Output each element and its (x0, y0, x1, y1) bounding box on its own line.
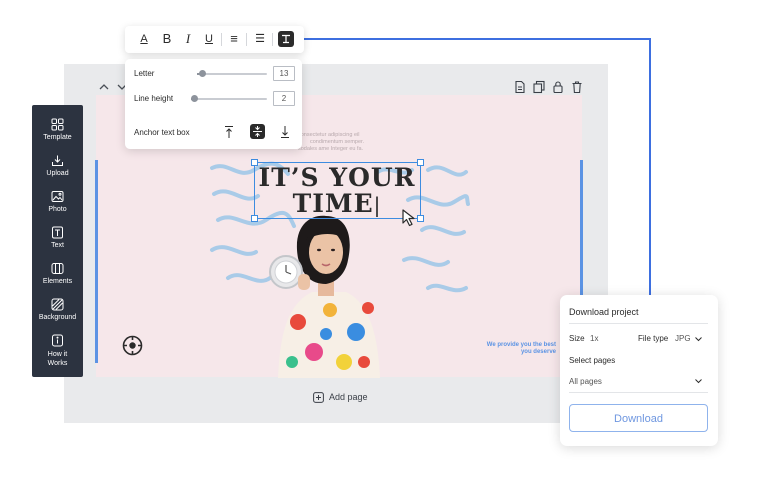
move-target-icon[interactable] (122, 335, 143, 356)
body-text-line-2: condimentum semper. (310, 139, 365, 145)
tagline-text[interactable]: We provide you the best you deserve (440, 342, 556, 356)
sidebar-label-template: Template (43, 134, 72, 141)
pages-chevron-down-icon[interactable] (694, 377, 703, 385)
chevron-up-icon[interactable] (98, 80, 110, 92)
add-page-label: Add page (329, 392, 368, 402)
download-button[interactable]: Download (569, 404, 708, 432)
anchor-middle-button[interactable] (250, 124, 265, 139)
lock-icon[interactable] (551, 80, 565, 94)
text-settings-panel: Letter 13 Line height 2 Anchor text box (125, 59, 302, 149)
page-margin-line-left (95, 160, 98, 363)
pages-select-underline (569, 392, 708, 393)
text-settings-button[interactable] (278, 31, 294, 47)
tagline-line-2: you deserve (520, 349, 556, 355)
text-settings-icon (282, 34, 290, 44)
duplicate-page-icon[interactable] (532, 80, 546, 94)
sidebar-item-background[interactable]: Background (32, 298, 83, 321)
sidebar-item-how-it-works[interactable]: How it Works (32, 334, 83, 368)
resize-handle-bottom-right[interactable] (417, 215, 424, 222)
letter-spacing-value[interactable]: 13 (273, 66, 295, 81)
text-icon (52, 226, 63, 239)
delete-icon[interactable] (570, 80, 584, 94)
sidebar-item-upload[interactable]: Upload (32, 154, 83, 177)
bold-button[interactable]: B (160, 32, 174, 46)
download-button-label: Download (614, 413, 663, 425)
left-sidebar: Template Upload Photo Text Elements Back… (32, 105, 83, 377)
add-page-button[interactable]: Add page (313, 390, 368, 404)
sidebar-label-upload: Upload (46, 170, 69, 177)
pages-select-value[interactable]: All pages (569, 377, 602, 386)
align-center-icon: ≡ (230, 31, 238, 46)
woman-holding-clock-photo[interactable] (268, 212, 386, 378)
anchor-text-box-label: Anchor text box (134, 128, 190, 137)
toolbar-divider-2 (246, 33, 247, 46)
anchor-top-icon[interactable] (223, 125, 235, 139)
italic-icon: I (185, 31, 191, 46)
upload-icon (52, 155, 63, 166)
anchor-bottom-icon[interactable] (279, 125, 291, 139)
bold-icon: B (162, 31, 172, 46)
sidebar-item-text[interactable]: Text (32, 226, 83, 249)
sidebar-item-photo[interactable]: Photo (32, 190, 83, 213)
sidebar-label-how-it: How it (47, 351, 68, 358)
font-color-button[interactable]: A (137, 32, 151, 46)
panel-divider (569, 323, 708, 324)
grid-icon (51, 118, 64, 131)
line-height-label: Line height (134, 94, 174, 103)
italic-button[interactable]: I (181, 32, 195, 46)
file-type-value[interactable]: JPG (675, 334, 691, 343)
file-type-label: File type (638, 334, 669, 343)
body-text-line-1: consectetur adipiscing eil (298, 132, 360, 138)
line-height-slider-knob[interactable] (191, 95, 198, 102)
info-icon (52, 334, 63, 347)
font-color-icon: A (140, 33, 148, 45)
connector-line-top (304, 38, 651, 40)
connector-line-right (649, 38, 651, 296)
letter-spacing-slider-knob[interactable] (199, 70, 206, 77)
body-text-line-3: sodales ame Integer eu fa. (298, 146, 364, 152)
letter-spacing-slider[interactable] (197, 70, 267, 77)
size-label: Size (569, 334, 585, 343)
sidebar-label-works: Works (47, 360, 68, 367)
line-height-slider[interactable] (191, 95, 267, 102)
sidebar-item-elements[interactable]: Elements (32, 262, 83, 285)
resize-handle-top-left[interactable] (251, 159, 258, 166)
sidebar-label-elements: Elements (42, 278, 73, 285)
toolbar-divider (221, 33, 222, 46)
list-icon: ☰ (255, 33, 265, 45)
photo-icon (51, 191, 64, 202)
sidebar-item-template[interactable]: Template (32, 118, 83, 141)
resize-handle-top-right[interactable] (417, 159, 424, 166)
elements-icon (51, 263, 64, 274)
background-icon (51, 298, 64, 311)
download-panel: Download project Size 1x File type JPG S… (560, 295, 718, 446)
sidebar-label-background: Background (38, 314, 77, 321)
resize-handle-bottom-left[interactable] (251, 215, 258, 222)
underline-button[interactable]: U (202, 32, 216, 46)
toolbar-divider-3 (272, 33, 273, 46)
new-page-icon[interactable] (513, 80, 527, 94)
selection-box (251, 159, 424, 222)
select-pages-label: Select pages (569, 356, 616, 365)
mouse-pointer-icon (402, 209, 415, 227)
file-type-chevron-down-icon[interactable] (694, 335, 703, 343)
align-button[interactable]: ≡ (227, 32, 241, 46)
sidebar-label-photo: Photo (48, 206, 67, 213)
text-format-toolbar: A B I U ≡ ☰ (125, 26, 304, 53)
size-value[interactable]: 1x (590, 334, 598, 343)
download-title: Download project (569, 307, 639, 317)
letter-spacing-label: Letter (134, 69, 155, 78)
underline-icon: U (205, 33, 213, 45)
list-button[interactable]: ☰ (253, 32, 267, 46)
plus-square-icon (313, 391, 324, 403)
line-height-value[interactable]: 2 (273, 91, 295, 106)
anchor-middle-icon (253, 126, 262, 137)
sidebar-label-text: Text (51, 242, 64, 249)
tagline-line-1: We provide you the best (486, 342, 556, 348)
